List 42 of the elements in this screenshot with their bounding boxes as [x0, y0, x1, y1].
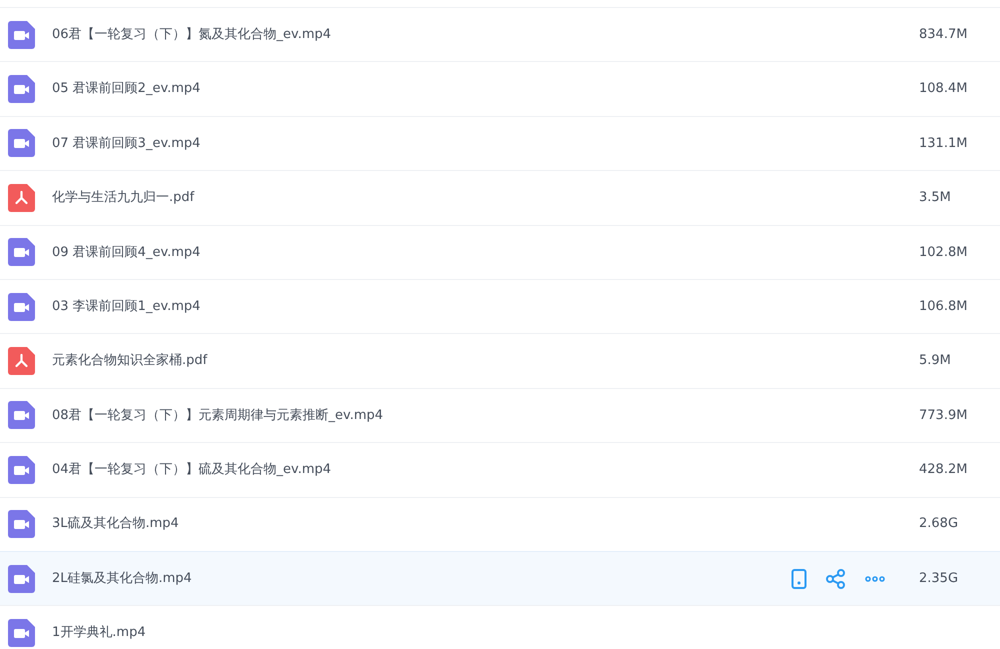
file-size: 2.68G	[919, 515, 960, 534]
file-size: 102.8M	[919, 244, 968, 262]
file-name: 08君【一轮复习（下）】元素周期律与元素推断_ev.mp4	[52, 406, 384, 425]
file-name: 1开学典礼.mp4	[52, 624, 147, 642]
file-name: 04君【一轮复习（下）】硫及其化合物_ev.mp4	[52, 461, 332, 480]
file-row[interactable]: 1开学典礼.mp4	[0, 605, 1000, 649]
video-file-icon	[8, 129, 35, 158]
file-name: 2L硅氯及其化合物.mp4	[52, 570, 193, 588]
file-name: 化学与生活九九归一.pdf	[52, 189, 196, 208]
video-file-icon	[8, 510, 35, 538]
pdf-file-icon	[8, 184, 35, 212]
file-size: 3.5M	[919, 189, 952, 208]
file-size: 2.35G	[919, 570, 960, 588]
video-file-icon	[8, 292, 35, 321]
file-name: 09 君课前回顾4_ev.mp4	[52, 244, 202, 262]
file-name: 03 李课前回顾1_ev.mp4	[52, 298, 202, 316]
file-size: 834.7M	[919, 26, 968, 44]
video-file-icon	[8, 238, 35, 266]
file-name: 07 君课前回顾3_ev.mp4	[52, 134, 202, 153]
video-file-icon	[8, 20, 35, 49]
file-row[interactable]: 06君【一轮复习（下）】氮及其化合物_ev.mp4 834.7M	[0, 7, 1000, 62]
file-name: 05 君课前回顾2_ev.mp4	[52, 80, 202, 98]
file-size: 428.2M	[919, 461, 968, 480]
file-size: 106.8M	[919, 298, 968, 316]
file-size: 5.9M	[919, 352, 952, 370]
more-icon[interactable]	[865, 576, 885, 582]
file-name: 06君【一轮复习（下）】氮及其化合物_ev.mp4	[52, 26, 332, 44]
file-row[interactable]: 03 李课前回顾1_ev.mp4 106.8M	[0, 278, 1000, 334]
pdf-file-icon	[8, 347, 35, 376]
phone-icon[interactable]	[791, 568, 807, 589]
file-size: 108.4M	[919, 80, 968, 98]
video-file-icon	[8, 401, 35, 430]
video-file-icon	[8, 564, 35, 593]
file-name: 3L硫及其化合物.mp4	[52, 515, 180, 534]
file-size: 773.9M	[919, 406, 968, 425]
share-icon[interactable]	[826, 568, 846, 589]
file-size: 131.1M	[919, 134, 968, 153]
video-file-icon	[8, 618, 35, 647]
video-file-icon	[8, 456, 35, 484]
file-name: 元素化合物知识全家桶.pdf	[52, 352, 208, 370]
file-row[interactable]: 2L硅氯及其化合物.mp4 2.35G	[0, 550, 1000, 606]
video-file-icon	[8, 75, 35, 104]
